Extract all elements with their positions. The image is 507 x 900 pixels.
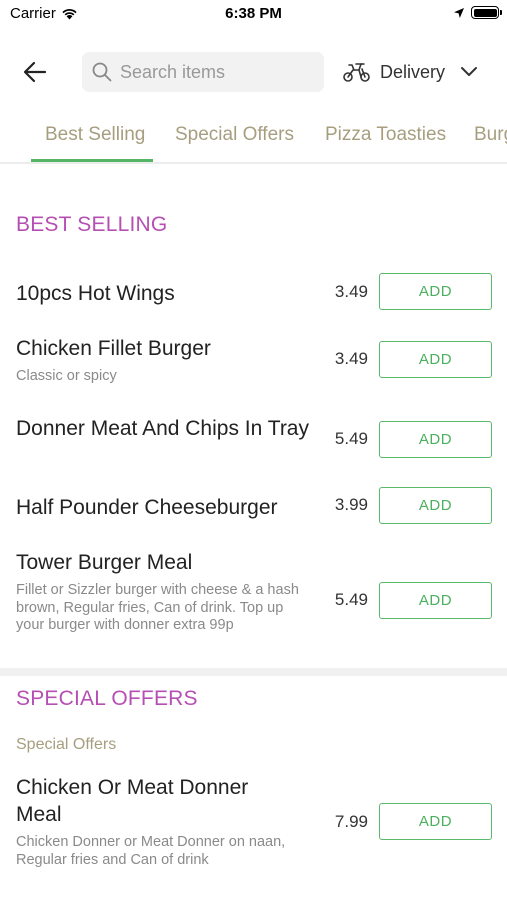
status-time: 6:38 PM [225, 5, 282, 22]
item-name: Chicken Fillet Burger [16, 337, 211, 360]
tab-pizza-toasties[interactable]: Pizza Toasties [325, 124, 446, 146]
item-price: 3.49 [334, 282, 368, 301]
add-button[interactable]: ADD [379, 421, 492, 458]
status-right [453, 6, 502, 19]
item-description: Classic or spicy [16, 368, 117, 384]
arrow-left-icon [23, 61, 47, 83]
item-description: Chicken Donner or Meat Donner on naan, R… [16, 834, 286, 868]
add-button[interactable]: ADD [379, 273, 492, 310]
category-tabs: Best Selling Special Offers Pizza Toasti… [0, 112, 507, 164]
section-title-special-offers: SPECIAL OFFERS [16, 687, 198, 710]
search-icon [92, 62, 112, 82]
delivery-label: Delivery [380, 61, 446, 82]
tab-best-selling[interactable]: Best Selling [45, 124, 145, 146]
status-bar: Carrier 6:38 PM [0, 0, 507, 30]
search-input[interactable] [120, 61, 310, 83]
add-button[interactable]: ADD [379, 582, 492, 619]
search-box[interactable] [82, 52, 324, 92]
chevron-down-icon [461, 67, 478, 76]
item-name: Tower Burger Meal [16, 551, 193, 574]
delivery-selector[interactable]: Delivery [342, 58, 479, 86]
battery-icon [471, 6, 502, 19]
item-name: Donner Meat And Chips In Tray [16, 417, 309, 440]
add-button[interactable]: ADD [379, 803, 492, 840]
item-price: 5.49 [334, 429, 368, 448]
add-button[interactable]: ADD [379, 487, 492, 524]
back-button[interactable] [20, 58, 50, 86]
add-button[interactable]: ADD [379, 341, 492, 378]
item-price: 5.49 [334, 590, 368, 609]
tab-special-offers[interactable]: Special Offers [175, 124, 294, 146]
section-divider [0, 668, 507, 676]
scooter-icon [343, 63, 370, 82]
section-title-best-selling: BEST SELLING [16, 213, 168, 236]
item-price: 3.99 [334, 495, 368, 514]
section-subtitle: Special Offers [16, 736, 117, 753]
item-name: 10pcs Hot Wings [16, 282, 175, 305]
item-description: Fillet or Sizzler burger with cheese & a… [16, 582, 299, 633]
active-tab-indicator [31, 159, 153, 162]
item-name: Chicken Or Meat Donner Meal [16, 776, 249, 826]
tab-burgers[interactable]: Burg [474, 124, 507, 146]
item-price: 3.49 [334, 349, 368, 368]
item-price: 7.99 [334, 812, 368, 831]
header: Delivery [0, 48, 507, 96]
location-arrow-icon [454, 7, 464, 18]
item-name: Half Pounder Cheeseburger [16, 496, 278, 519]
